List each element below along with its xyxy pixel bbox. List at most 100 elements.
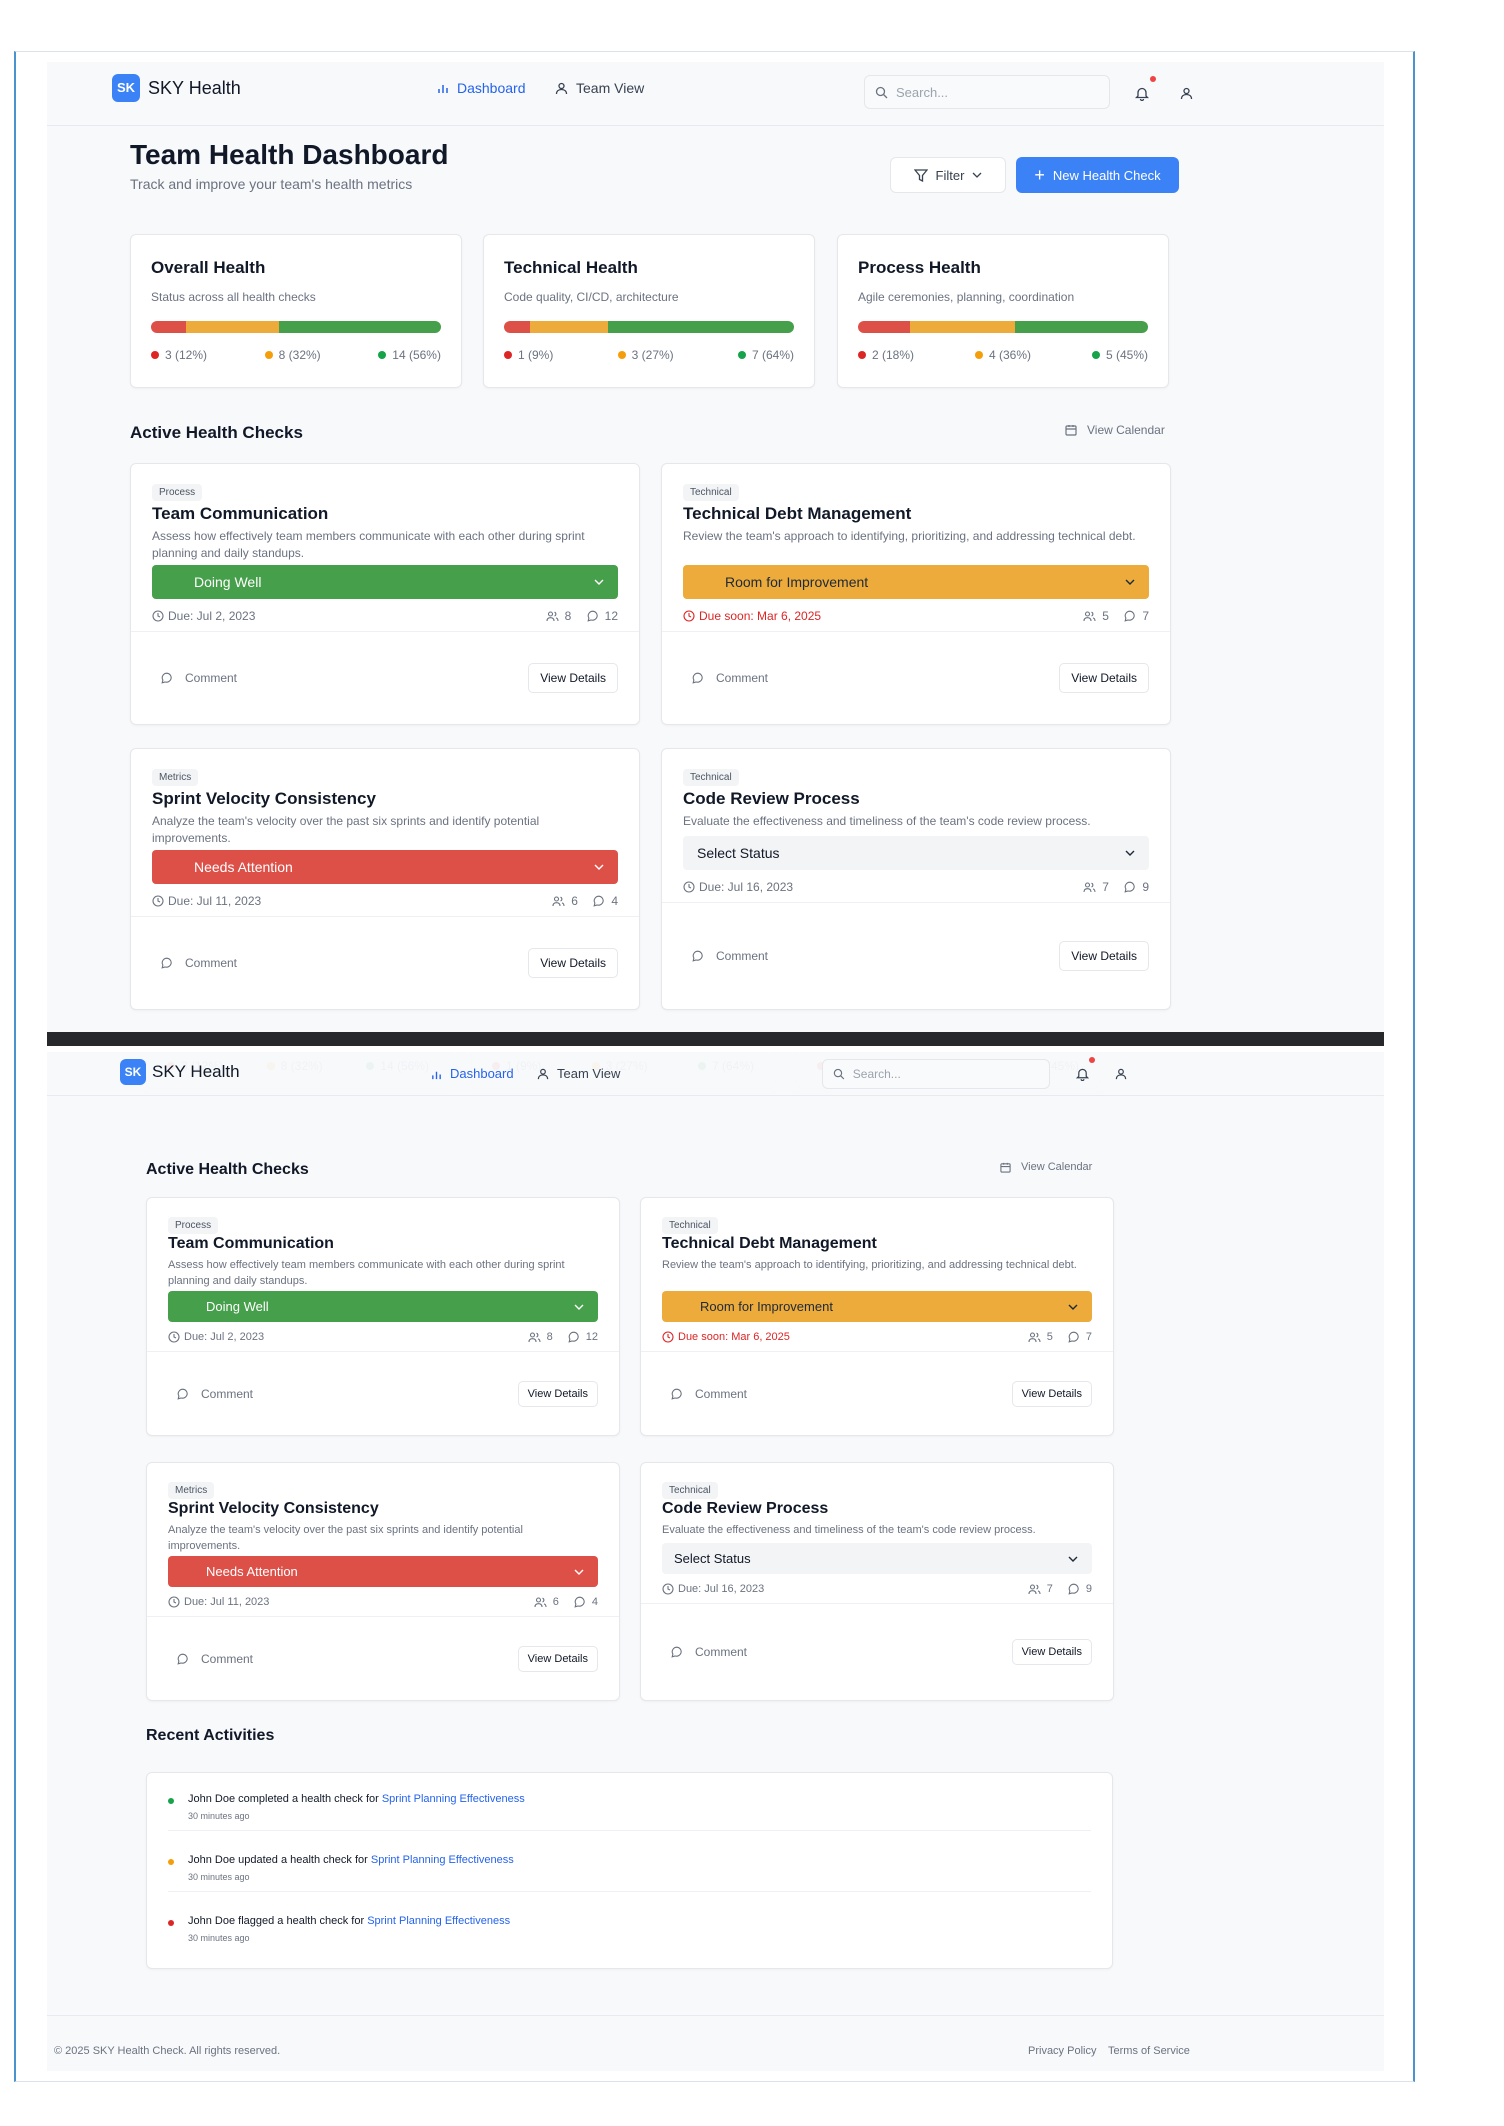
terms-link[interactable]: Terms of Service	[1108, 2045, 1190, 2057]
status-select[interactable]: Select Status	[662, 1543, 1092, 1574]
status-select[interactable]: Room for Improvement	[662, 1291, 1092, 1322]
comment-count: 12	[585, 1331, 598, 1343]
activity-link[interactable]: Sprint Planning Effectiveness	[367, 1915, 510, 1927]
card-footer: Comment View Details	[641, 1351, 1113, 1435]
nav-dashboard[interactable]: Dashboard	[437, 78, 526, 98]
nav-dashboard-label: Dashboard	[450, 1066, 514, 1081]
due-date: Due: Jul 11, 2023	[184, 1596, 270, 1608]
privacy-link[interactable]: Privacy Policy	[1028, 2045, 1096, 2057]
comment-button[interactable]: Comment	[671, 1387, 747, 1401]
brand-name[interactable]: SKY Health	[152, 1059, 240, 1085]
view-details-button[interactable]: View Details	[1059, 941, 1149, 971]
comment-count: 4	[591, 1596, 598, 1608]
comment-button[interactable]: Comment	[671, 1645, 747, 1659]
summary-title: Technical Health	[504, 258, 638, 277]
view-details-button[interactable]: View Details	[1011, 1380, 1092, 1407]
due-date: Due: Jul 2, 2023	[184, 1331, 265, 1343]
status-select[interactable]: Doing Well	[168, 1291, 598, 1322]
view-details-button[interactable]: View Details	[517, 1380, 598, 1407]
brand-name[interactable]: SKY Health	[148, 74, 241, 102]
member-count: 7	[1102, 880, 1109, 894]
view-calendar-link[interactable]: View Calendar	[1000, 1161, 1092, 1173]
view-details-button[interactable]: View Details	[528, 948, 618, 978]
activity-text: John Doe updated a health check for	[188, 1854, 371, 1866]
health-check-meta: Due: Jul 16, 2023 7 9	[662, 1583, 1092, 1595]
health-check-title[interactable]: Sprint Velocity Consistency	[168, 1500, 598, 1518]
clock-icon	[683, 881, 695, 893]
card-footer: Comment View Details	[662, 902, 1170, 1009]
clock-icon	[152, 895, 164, 907]
health-check-title[interactable]: Sprint Velocity Consistency	[152, 789, 618, 809]
status-legend: 3 (12%) 8 (32%) 14 (56%)	[151, 348, 441, 362]
health-check-title[interactable]: Code Review Process	[683, 789, 1149, 809]
logo[interactable]: SK	[112, 74, 140, 102]
filter-button[interactable]: Filter	[890, 157, 1006, 193]
chevron-down-icon	[574, 1304, 584, 1310]
chevron-down-icon	[1125, 850, 1135, 856]
logo[interactable]: SK	[120, 1059, 146, 1085]
comment-button[interactable]: Comment	[177, 1652, 253, 1666]
message-icon	[568, 1331, 579, 1343]
new-health-check-button[interactable]: + New Health Check	[1016, 157, 1179, 193]
status-select[interactable]: Doing Well	[152, 565, 618, 599]
profile-button[interactable]	[1175, 82, 1197, 104]
view-details-button[interactable]: View Details	[528, 663, 618, 693]
view-calendar-label: View Calendar	[1021, 1161, 1093, 1173]
health-check-description: Analyze the team's velocity over the pas…	[152, 814, 540, 845]
search-icon	[875, 86, 888, 98]
status-select[interactable]: Needs Attention	[168, 1556, 598, 1587]
notifications-button[interactable]	[1131, 82, 1153, 104]
health-check-title[interactable]: Technical Debt Management	[683, 504, 1149, 524]
status-value: Needs Attention	[194, 859, 293, 875]
comment-button[interactable]: Comment	[692, 949, 768, 963]
status-value: Doing Well	[194, 574, 262, 590]
status-select[interactable]: Select Status	[683, 836, 1149, 870]
nav-dashboard[interactable]: Dashboard	[431, 1064, 514, 1084]
summary-subtitle: Status across all health checks	[151, 290, 316, 304]
member-count: 6	[571, 894, 578, 908]
nav-team-view[interactable]: Team View	[555, 78, 644, 98]
message-icon	[587, 610, 598, 622]
search-input[interactable]	[852, 1067, 1049, 1081]
summary-title: Overall Health	[151, 258, 266, 277]
profile-button[interactable]	[1110, 1063, 1132, 1085]
view-details-button[interactable]: View Details	[1011, 1639, 1092, 1665]
status-legend: 1 (9%) 3 (27%) 7 (64%)	[504, 348, 794, 362]
search-input[interactable]	[896, 84, 1096, 100]
health-check-title[interactable]: Code Review Process	[662, 1500, 1092, 1518]
health-check-description: Evaluate the effectiveness and timelines…	[683, 814, 1091, 828]
activity-link[interactable]: Sprint Planning Effectiveness	[371, 1854, 514, 1866]
health-check-title[interactable]: Team Communication	[152, 504, 618, 524]
search-icon	[833, 1068, 845, 1080]
view-details-button[interactable]: View Details	[517, 1645, 598, 1672]
status-select[interactable]: Needs Attention	[152, 850, 618, 884]
due-date: Due soon: Mar 6, 2025	[699, 609, 822, 623]
comment-button[interactable]: Comment	[161, 671, 237, 685]
activity-link[interactable]: Sprint Planning Effectiveness	[382, 1793, 525, 1805]
comment-icon	[692, 672, 703, 684]
comment-button[interactable]: Comment	[177, 1387, 253, 1401]
category-tag: Process	[168, 1217, 219, 1234]
notification-dot	[1089, 1057, 1095, 1063]
legend-orange: 4 (36%)	[988, 348, 1032, 362]
comment-button[interactable]: Comment	[692, 671, 768, 685]
legend-red: 1 (9%)	[518, 348, 554, 362]
comment-icon	[161, 672, 172, 684]
health-check-title[interactable]: Team Communication	[168, 1235, 598, 1253]
chevron-down-icon	[972, 172, 982, 178]
active-checks-heading: Active Health Checks	[146, 1161, 309, 1178]
view-details-button[interactable]: View Details	[1059, 663, 1149, 693]
view-calendar-link[interactable]: View Calendar	[1065, 423, 1165, 437]
notifications-button[interactable]	[1071, 1063, 1093, 1085]
bar-segment-red	[151, 321, 186, 333]
search-box[interactable]	[864, 75, 1110, 109]
health-check-card: Process Team Communication Assess how effe…	[146, 1197, 620, 1436]
nav-team-view[interactable]: Team View	[537, 1064, 620, 1084]
message-icon	[1124, 610, 1136, 622]
comment-button[interactable]: Comment	[161, 956, 237, 970]
due-date: Due: Jul 2, 2023	[168, 609, 256, 623]
status-select[interactable]: Room for Improvement	[683, 565, 1149, 599]
search-box[interactable]	[822, 1059, 1050, 1089]
health-check-title[interactable]: Technical Debt Management	[662, 1235, 1092, 1253]
health-check-description: Review the team's approach to identifyin…	[662, 1259, 1077, 1271]
